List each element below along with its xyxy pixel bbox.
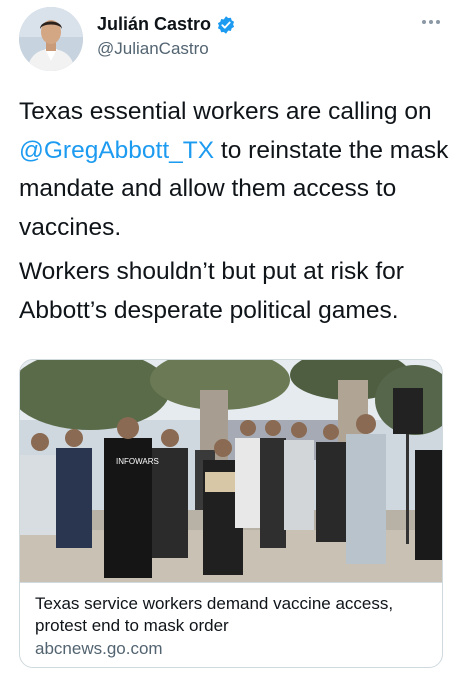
mention-link[interactable]: @GregAbbott_TX xyxy=(19,137,214,164)
card-image[interactable]: INFOWARS xyxy=(20,360,442,582)
author-display-name[interactable]: Julián Castro xyxy=(97,14,211,35)
profile-photo-icon xyxy=(19,7,83,71)
more-options-icon[interactable] xyxy=(418,12,444,32)
tweet-text: Texas essential workers are calling on @… xyxy=(19,93,449,330)
protest-photo-icon: INFOWARS xyxy=(20,360,442,582)
card-title[interactable]: Texas service workers demand vaccine acc… xyxy=(35,593,427,637)
link-preview-card[interactable]: INFOWARS Texas service workers demand va… xyxy=(19,359,443,668)
tweet-paragraph-1: Texas essential workers are calling on @… xyxy=(19,93,449,247)
card-domain: abcnews.go.com xyxy=(35,639,163,658)
shirt-text: INFOWARS xyxy=(116,457,159,466)
tweet-header: Julián Castro @JulianCastro xyxy=(0,0,462,78)
author-handle[interactable]: @JulianCastro xyxy=(97,39,209,59)
card-meta[interactable]: Texas service workers demand vaccine acc… xyxy=(20,582,442,667)
avatar[interactable] xyxy=(19,7,83,71)
tweet-text-segment: Texas essential workers are calling on xyxy=(19,98,432,125)
verified-badge-icon xyxy=(217,15,235,34)
tweet-paragraph-2: Workers shouldn’t but put at risk for Ab… xyxy=(19,258,404,324)
